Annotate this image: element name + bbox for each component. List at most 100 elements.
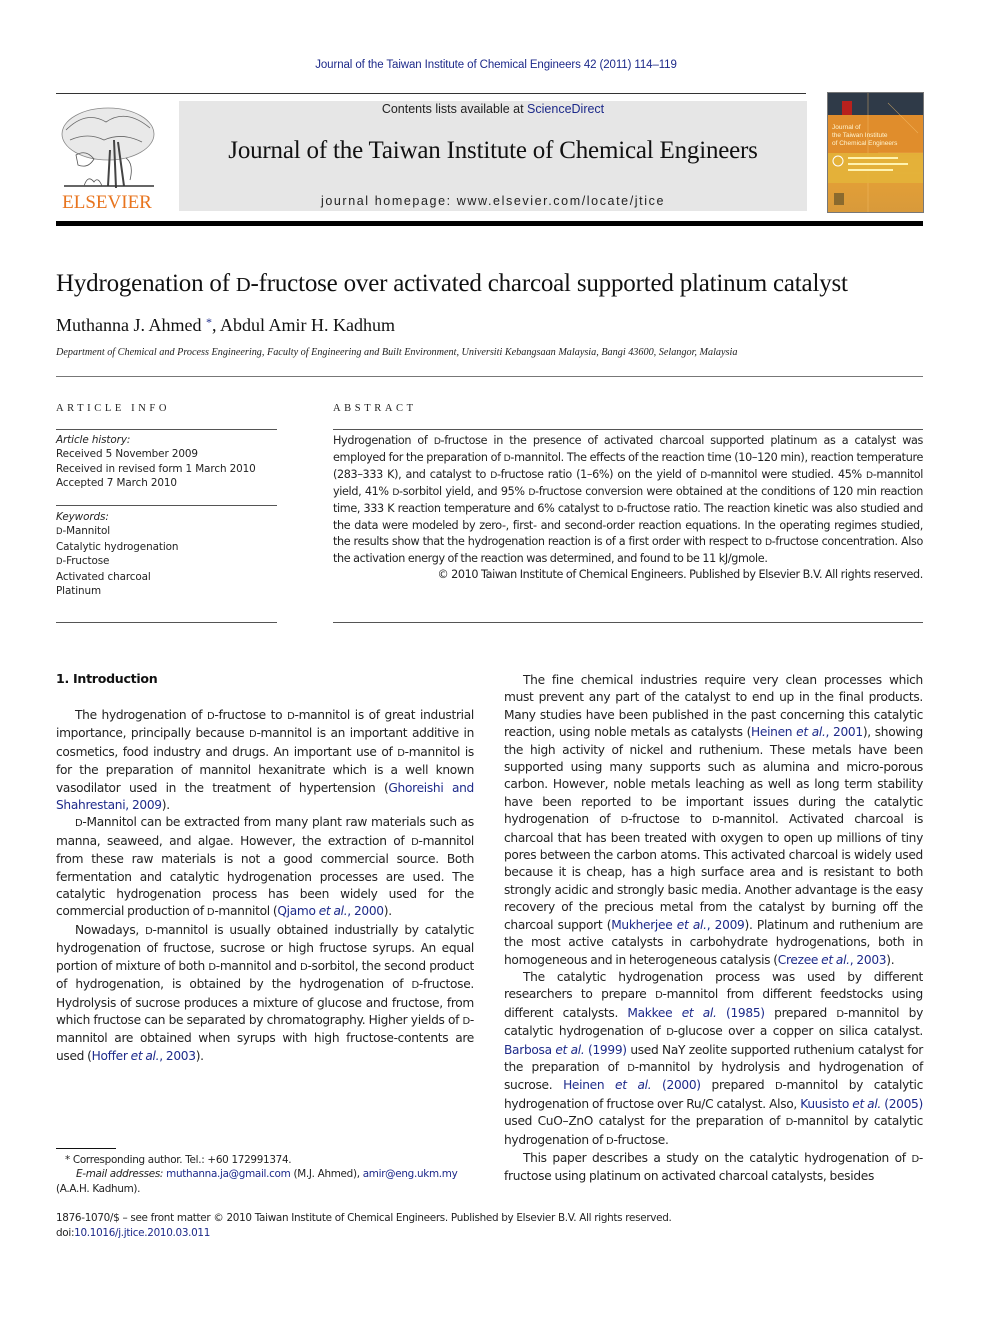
corresponding-text: Corresponding author. Tel.: +60 17299137…	[72, 1154, 292, 1166]
contents-prefix: Contents lists available at	[381, 102, 528, 116]
footnote-rule	[56, 1148, 116, 1149]
author-name: Muthanna J. Ahmed	[56, 315, 202, 335]
citation-link[interactable]: Hoffer et al., 2003	[92, 1049, 196, 1063]
abstract-body: Hydrogenation of D-fructose in the prese…	[333, 434, 923, 581]
small-caps-d: D	[764, 537, 772, 548]
article-title: Hydrogenation of D-fructose over activat…	[56, 270, 848, 297]
citation-link[interactable]: Crezee et al., 2003	[778, 953, 887, 967]
citation-link[interactable]: Barbosa et al. (1999)	[504, 1043, 627, 1057]
history-received: Received 5 November 2009	[56, 448, 198, 461]
small-caps-d: D	[145, 925, 153, 937]
divider	[56, 622, 277, 623]
small-caps-d: D	[616, 504, 624, 515]
paragraph: Nowadays, D-mannitol is usually obtained…	[56, 922, 474, 1063]
contents-line: Contents lists available at ScienceDirec…	[179, 102, 807, 116]
small-caps-d: D	[503, 453, 511, 464]
small-caps-d: D	[620, 815, 629, 827]
body-column-right: The fine chemical industries require ver…	[504, 672, 923, 1186]
doi-prefix: doi:	[56, 1227, 75, 1239]
section-heading-introduction: 1. Introduction	[56, 671, 158, 686]
citation-link[interactable]: Makkee et al. (1985)	[627, 1006, 765, 1020]
small-caps-d: D	[392, 487, 400, 498]
small-caps-d: D	[700, 470, 707, 481]
keywords: Keywords: D-Mannitol Catalytic hydrogena…	[56, 510, 281, 598]
small-caps-d: D	[462, 1015, 470, 1027]
email-link-ahmed[interactable]: muthanna.ja@gmail.com	[166, 1168, 291, 1180]
keyword: Catalytic hydrogenation	[56, 540, 179, 553]
divider	[56, 429, 277, 430]
small-caps-d: D	[287, 711, 295, 722]
paragraph: This paper describes a study on the cata…	[504, 1150, 923, 1184]
svg-text:the Taiwan Institute: the Taiwan Institute	[832, 132, 888, 139]
abstract-heading: ABSTRACT	[333, 403, 417, 414]
affiliation: Department of Chemical and Process Engin…	[56, 347, 738, 358]
article-history: Article history: Received 5 November 200…	[56, 433, 281, 491]
small-caps-d: D	[836, 1008, 844, 1020]
email-owner: (M.J. Ahmed),	[293, 1168, 360, 1181]
small-caps-d: D	[206, 711, 215, 722]
small-caps-d: D	[411, 836, 419, 848]
divider	[56, 376, 923, 377]
svg-text:of Chemical Engineers: of Chemical Engineers	[832, 140, 898, 147]
small-caps-d: D	[300, 961, 308, 973]
small-caps-d: D	[911, 1153, 919, 1165]
abstract-copyright: © 2010 Taiwan Institute of Chemical Engi…	[437, 568, 923, 581]
history-accepted: Accepted 7 March 2010	[56, 477, 177, 490]
journal-name: Journal of the Taiwan Institute of Chemi…	[228, 137, 758, 164]
small-caps-d: D	[627, 1062, 635, 1074]
citation-link[interactable]: Mukherjee et al., 2009	[611, 918, 745, 932]
divider	[333, 622, 923, 623]
footnote-emails: E-mail addresses: muthanna.ja@gmail.com …	[56, 1167, 475, 1181]
citation-link[interactable]: Heinen et al., 2001	[751, 725, 863, 739]
divider	[333, 429, 923, 430]
small-caps-d: D	[235, 274, 251, 296]
article-info-heading: ARTICLE INFO	[56, 403, 171, 414]
keyword: Platinum	[56, 585, 101, 598]
elsevier-tree-icon: ELSEVIER	[61, 107, 155, 213]
citation-link[interactable]: Kuusisto et al. (2005)	[800, 1097, 923, 1111]
email-link-kadhum[interactable]: amir@eng.ukm.my	[363, 1168, 458, 1180]
elsevier-logo[interactable]: ELSEVIER	[56, 100, 159, 213]
divider	[56, 505, 277, 506]
email-owner: (A.A.H. Kadhum).	[56, 1182, 141, 1195]
history-revised: Received in revised form 1 March 2010	[56, 462, 256, 475]
keyword: D-Fructose	[56, 555, 110, 568]
footnote: * Corresponding author. Tel.: +60 172991…	[56, 1153, 475, 1196]
small-caps-d: D	[397, 747, 405, 759]
author-name: Abdul Amir H. Kadhum	[220, 315, 396, 335]
history-label: Article history:	[56, 434, 131, 446]
paragraph: The catalytic hydrogenation process was …	[504, 969, 924, 1147]
footnote-corresponding: * Corresponding author. Tel.: +60 172991…	[56, 1153, 475, 1167]
small-caps-d: D	[606, 1135, 614, 1147]
citation-link[interactable]: Ghoreishi and Shahrestani, 2009	[56, 781, 474, 812]
email-label: E-mail addresses:	[76, 1168, 164, 1181]
small-caps-d: D	[208, 961, 216, 973]
small-caps-d: D	[490, 470, 497, 481]
author-list: Muthanna J. Ahmed *, Abdul Amir H. Kadhu…	[56, 315, 396, 335]
journal-cover-thumbnail[interactable]: Journal of the Taiwan Institute of Chemi…	[827, 92, 924, 213]
small-caps-d: D	[655, 990, 663, 1002]
corresponding-author-marker[interactable]: *	[206, 315, 212, 329]
small-caps-d: D	[56, 557, 63, 568]
small-caps-d: D	[411, 980, 420, 992]
citation-link[interactable]: Heinen et al. (2000)	[563, 1078, 701, 1092]
running-head[interactable]: Journal of the Taiwan Institute of Chemi…	[0, 59, 992, 71]
cover-art-icon: Journal of the Taiwan Institute of Chemi…	[828, 93, 923, 212]
sciencedirect-link[interactable]: ScienceDirect	[527, 102, 604, 116]
paragraph: The fine chemical industries require ver…	[504, 673, 923, 967]
small-caps-d: D	[528, 487, 536, 498]
doi-link[interactable]: 10.1016/j.jtice.2010.03.011	[74, 1227, 210, 1239]
keyword: D-Mannitol	[56, 525, 111, 538]
body-column-left: The hydrogenation of D-fructose to D-man…	[56, 707, 474, 1065]
small-caps-d: D	[666, 1027, 674, 1039]
small-caps-d: D	[785, 1117, 794, 1129]
small-caps-d: D	[775, 1081, 783, 1093]
front-matter: 1876-1070/$ – see front matter © 2010 Ta…	[56, 1211, 756, 1241]
journal-homepage[interactable]: journal homepage: www.elsevier.com/locat…	[179, 194, 807, 208]
keyword: Activated charcoal	[56, 570, 151, 583]
footnote-marker: *	[65, 1154, 70, 1166]
paragraph: D-Mannitol can be extracted from many pl…	[56, 815, 474, 919]
small-caps-d: D	[206, 907, 215, 919]
header-rule	[56, 93, 806, 94]
citation-link[interactable]: Qjamo et al., 2000	[277, 904, 384, 918]
